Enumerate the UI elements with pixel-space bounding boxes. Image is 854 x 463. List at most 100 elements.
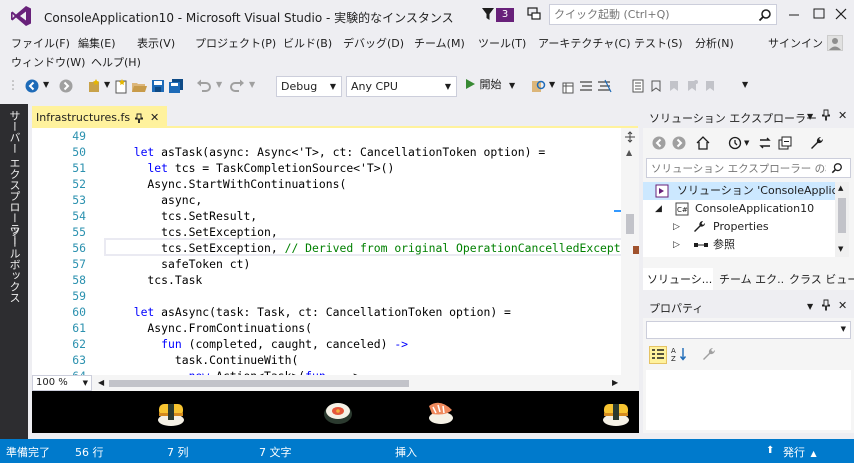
close-tab-icon[interactable]: ✕ — [150, 111, 159, 124]
window-position-icon[interactable]: ▼ — [807, 112, 813, 121]
tree-item-references[interactable]: ▷ 参照 — [643, 236, 835, 254]
editor-vertical-scrollbar[interactable]: ▲ — [621, 128, 639, 391]
menu-file[interactable]: ファイル(F) — [11, 35, 70, 51]
start-debugging-button[interactable]: 開始 ▼ — [464, 76, 515, 96]
back-dropdown-icon[interactable]: ▼ — [43, 80, 49, 89]
pending-changes-filter-icon[interactable] — [727, 135, 743, 151]
filter-dropdown-icon[interactable]: ▼ — [744, 139, 749, 147]
scroll-left-icon[interactable]: ◀ — [98, 378, 104, 387]
scroll-down-icon[interactable]: ▼ — [838, 245, 843, 253]
solution-configurations-icon[interactable] — [560, 78, 576, 94]
tab-solution-explorer[interactable]: ソリューシ... — [643, 268, 713, 290]
undo-icon[interactable] — [196, 78, 212, 94]
tree-item-project[interactable]: ◢ C# ConsoleApplication10 — [643, 200, 835, 218]
properties-object-select[interactable]: ▼ — [646, 321, 851, 339]
navigate-forward-icon[interactable] — [58, 78, 74, 94]
find-in-files-icon[interactable] — [531, 78, 547, 94]
collapse-all-icon[interactable] — [777, 135, 793, 151]
code-line[interactable]: 61 Async.FromContinuations( — [32, 320, 622, 336]
publish-up-icon[interactable]: ⬆ — [766, 445, 774, 456]
save-all-icon[interactable] — [168, 78, 184, 94]
code-line[interactable]: 50 let asTask(async: Async<'T>, ct: Canc… — [32, 144, 622, 160]
toolbar-options-icon[interactable]: ▼ — [742, 80, 748, 89]
tab-class-view[interactable]: クラス ビュー — [785, 268, 854, 290]
bookmark-icon[interactable] — [630, 78, 646, 94]
toggle-bookmark-icon[interactable] — [702, 78, 718, 94]
publish-button[interactable]: 発行 ▲ — [783, 444, 817, 460]
scroll-up-icon[interactable]: ▲ — [626, 148, 632, 157]
pin-icon[interactable] — [821, 299, 831, 311]
code-line[interactable]: 59 — [32, 288, 622, 304]
property-pages-button[interactable] — [701, 346, 719, 364]
code-line[interactable]: 56 tcs.SetException, // Derived from ori… — [32, 240, 627, 256]
collapsed-arrow-icon[interactable]: ▷ — [673, 218, 680, 236]
scroll-thumb[interactable] — [626, 214, 634, 234]
menu-debug[interactable]: デバッグ(D) — [343, 35, 404, 51]
menu-help[interactable]: ヘルプ(H) — [91, 54, 141, 70]
close-icon[interactable]: ✕ — [838, 299, 847, 312]
code-line[interactable]: 62 fun (completed, caught, canceled) -> — [32, 336, 622, 352]
quick-launch-input[interactable] — [554, 6, 744, 23]
bookmark-next-icon[interactable] — [666, 78, 682, 94]
tree-item-solution[interactable]: ソリューション 'ConsoleApplicat — [643, 182, 835, 200]
code-line[interactable]: 51 let tcs = TaskCompletionSource<'T>() — [32, 160, 622, 176]
split-editor-icon[interactable] — [624, 131, 636, 143]
tab-infrastructures-fs[interactable]: Infrastructures.fs ✕ — [32, 106, 167, 128]
bookmark-clear-icon[interactable] — [684, 78, 700, 94]
uncomment-icon[interactable] — [596, 78, 612, 94]
back-icon[interactable] — [651, 135, 667, 151]
redo-icon[interactable] — [229, 78, 245, 94]
code-line[interactable]: 49 — [32, 128, 622, 144]
start-dropdown-icon[interactable]: ▼ — [509, 81, 515, 90]
menu-window[interactable]: ウィンドウ(W) — [11, 54, 85, 70]
window-position-icon[interactable]: ▼ — [807, 302, 813, 311]
menu-analyze[interactable]: 分析(N) — [695, 35, 734, 51]
collapsed-arrow-icon[interactable]: ▷ — [673, 236, 680, 254]
notification-flag-icon[interactable] — [481, 7, 495, 21]
tab-team-explorer[interactable]: チーム エク... — [715, 268, 783, 290]
code-editor[interactable]: 49 50 let asTask(async: Async<'T>, ct: Ca… — [32, 128, 639, 391]
open-file-icon[interactable] — [131, 78, 147, 94]
menu-view[interactable]: 表示(V) — [137, 35, 175, 51]
code-line[interactable]: 54 tcs.SetResult, — [32, 208, 622, 224]
solution-explorer-search-box[interactable] — [646, 158, 851, 178]
menu-test[interactable]: テスト(S) — [634, 35, 683, 51]
code-line[interactable]: 53 async, — [32, 192, 622, 208]
new-project-icon[interactable] — [86, 78, 102, 94]
code-line[interactable]: 63 task.ContinueWith( — [32, 352, 622, 368]
tree-item-properties[interactable]: ▷ Properties — [643, 218, 835, 236]
sync-icon[interactable] — [757, 135, 773, 151]
code-line[interactable]: 57 safeToken ct) — [32, 256, 622, 272]
toolbox-tab[interactable]: ツールボックス — [6, 226, 22, 303]
menu-team[interactable]: チーム(M) — [414, 35, 465, 51]
pin-icon[interactable] — [134, 113, 144, 123]
code-line[interactable]: 52 Async.StartWithContinuations( — [32, 176, 622, 192]
properties-wrench-icon[interactable] — [809, 135, 825, 151]
scroll-right-icon[interactable]: ▶ — [612, 378, 618, 387]
forward-icon[interactable] — [671, 135, 687, 151]
home-icon[interactable] — [695, 135, 711, 151]
search-icon[interactable] — [831, 162, 843, 174]
menu-build[interactable]: ビルド(B) — [283, 35, 332, 51]
solution-explorer-titlebar[interactable]: ソリューション エクスプローラー ▼ ✕ — [643, 106, 854, 128]
tree-vertical-scrollbar[interactable]: ▲ ▼ — [835, 182, 849, 257]
scroll-up-icon[interactable]: ▲ — [838, 184, 843, 192]
close-icon[interactable]: ✕ — [838, 109, 847, 122]
horizontal-scroll-thumb[interactable] — [109, 380, 409, 387]
pin-icon[interactable] — [821, 109, 831, 121]
categorized-button[interactable] — [649, 346, 667, 364]
tree-scroll-thumb[interactable] — [838, 198, 846, 233]
find-dropdown-icon[interactable]: ▼ — [549, 80, 555, 89]
redo-dropdown-icon[interactable]: ▼ — [249, 80, 255, 89]
comment-out-icon[interactable] — [578, 78, 594, 94]
notification-count-badge[interactable]: 3 — [496, 8, 514, 22]
new-item-icon[interactable] — [113, 78, 129, 94]
feedback-icon[interactable] — [526, 6, 542, 22]
sign-in-link[interactable]: サインイン — [768, 35, 823, 51]
zoom-select[interactable]: 100 % ▼ — [32, 375, 92, 391]
menu-edit[interactable]: 編集(E) — [78, 35, 116, 51]
bookmark-previous-icon[interactable] — [648, 78, 664, 94]
expanded-arrow-icon[interactable]: ◢ — [655, 200, 662, 218]
undo-dropdown-icon[interactable]: ▼ — [216, 80, 222, 89]
solution-platform-select[interactable]: Any CPU ▼ — [346, 76, 457, 97]
